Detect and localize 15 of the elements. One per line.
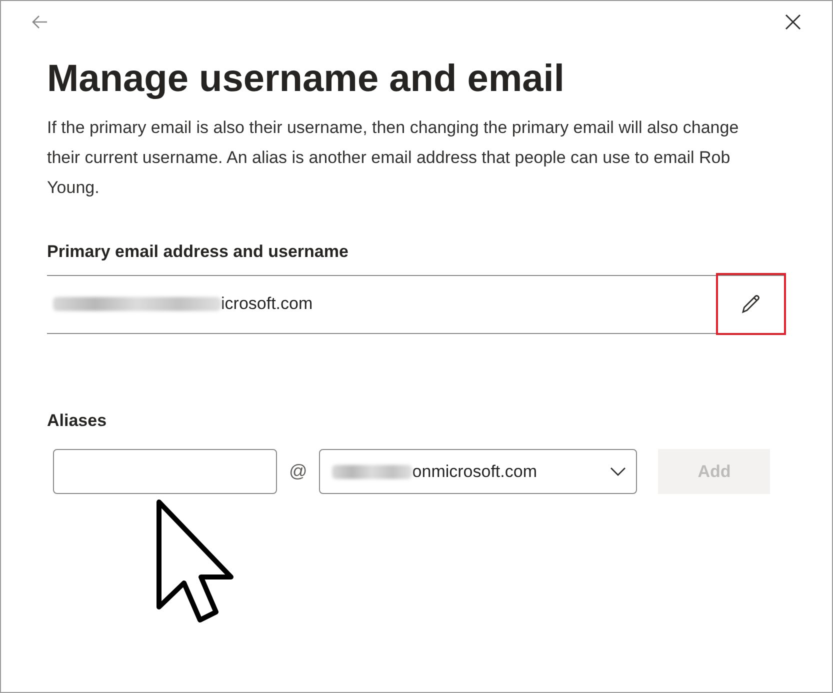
field-label: Primary email address and username [47,241,350,263]
close-icon [784,13,802,31]
cursor-icon [156,499,234,623]
domain-dropdown[interactable]: onmicrosoft.com [319,449,638,494]
back-arrow-icon [31,13,49,31]
pencil-icon [740,293,762,315]
at-sign: @ [289,460,308,483]
dialog-title: Manage username and email [47,57,566,102]
chevron-down-icon [610,466,626,476]
field-label: Aliases [47,410,108,432]
alias-input[interactable] [53,449,277,494]
domain-value: onmicrosoft.com [412,460,537,483]
email-value: icrosoft.com [221,293,313,316]
edit-button[interactable] [716,273,786,335]
dialog-description: If the primary email is also their username, then changing the primary email will also change their current username. An alias is another email address that people can use to email Rob Young. [47,117,740,199]
